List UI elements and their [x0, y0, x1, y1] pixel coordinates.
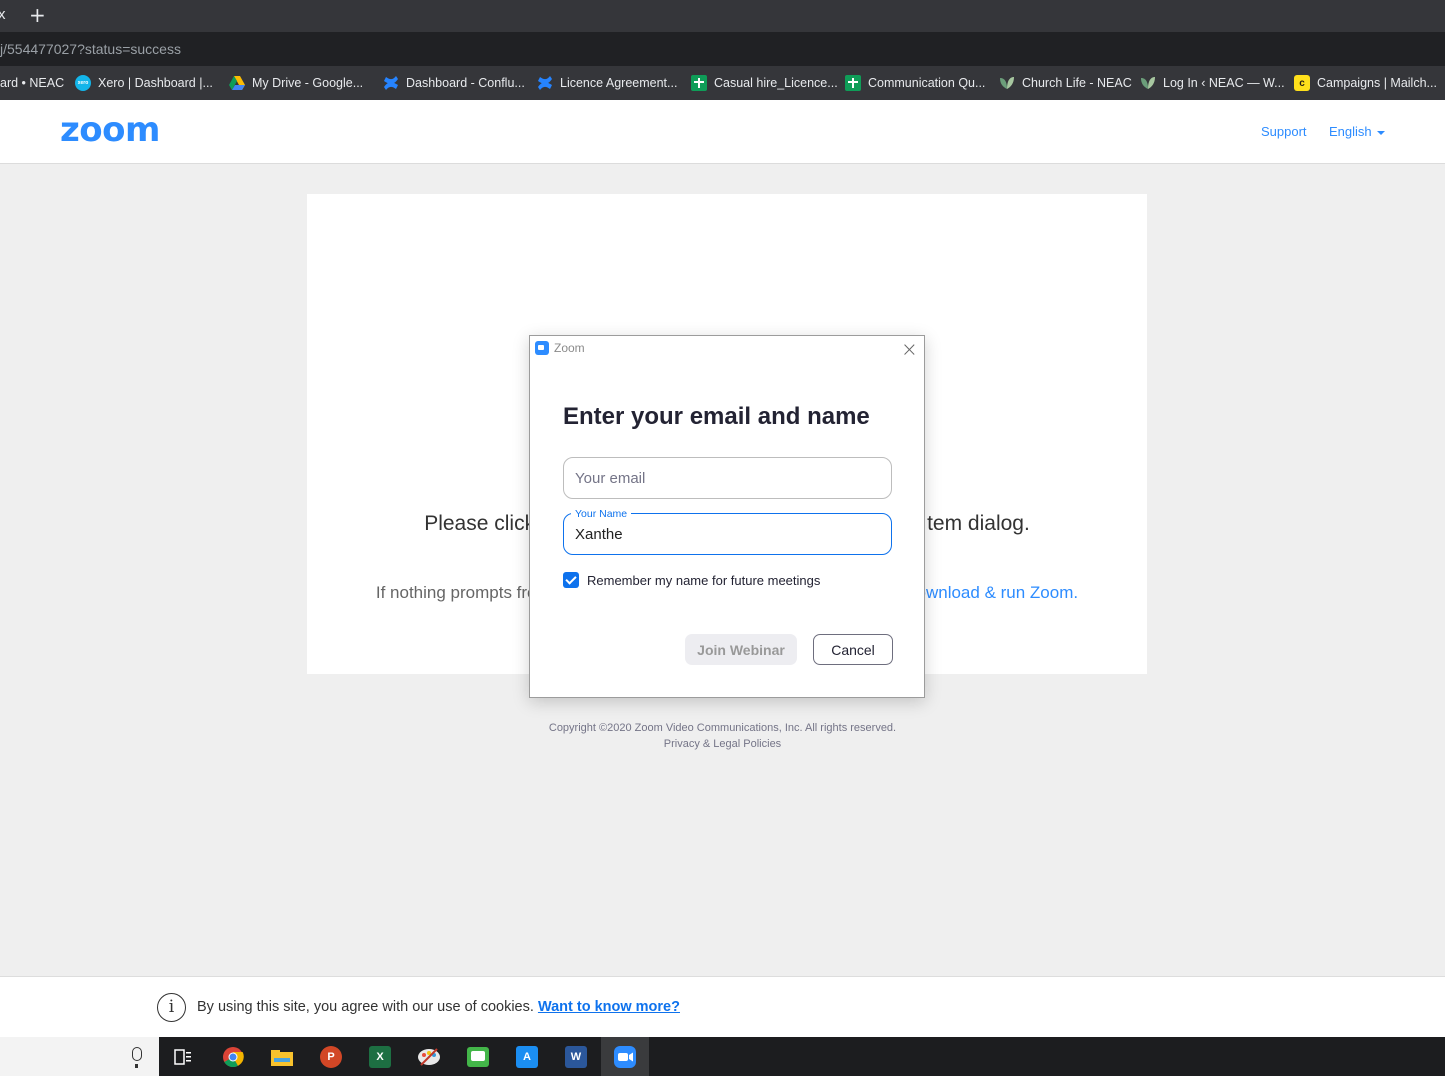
- taskbar-chrome[interactable]: [209, 1037, 257, 1076]
- cookie-message: By using this site, you agree with our u…: [197, 999, 680, 1015]
- language-label: English: [1329, 124, 1372, 139]
- remember-label: Remember my name for future meetings: [587, 572, 821, 588]
- excel-icon: X: [369, 1045, 391, 1068]
- address-bar[interactable]: j/554477027?status=success: [0, 32, 1445, 66]
- download-run-zoom-link[interactable]: ownload & run Zoom.: [917, 583, 1079, 602]
- xero-icon: xero: [75, 75, 91, 91]
- language-dropdown[interactable]: English: [1329, 124, 1385, 139]
- zoom-app-icon: [614, 1045, 636, 1068]
- confluence-icon: [537, 75, 553, 91]
- bookmark-label: Log In ‹ NEAC — W...: [1163, 76, 1285, 90]
- cancel-button[interactable]: Cancel: [813, 634, 893, 665]
- microphone-icon[interactable]: [132, 1047, 142, 1068]
- bookmark-item[interactable]: Dashboard - Conflu...: [383, 74, 525, 92]
- bookmark-item[interactable]: xero Xero | Dashboard |...: [75, 74, 213, 92]
- bookmark-item[interactable]: c Campaigns | Mailch...: [1294, 74, 1437, 92]
- bookmark-label: ard • NEAC: [0, 76, 65, 90]
- join-webinar-button[interactable]: Join Webinar: [685, 634, 797, 665]
- chrome-icon: [223, 1046, 244, 1067]
- taskbar-excel[interactable]: X: [356, 1037, 404, 1076]
- copyright-text: Copyright ©2020 Zoom Video Communication…: [548, 722, 897, 734]
- zoom-app-icon: [535, 341, 549, 355]
- task-view-icon: [174, 1048, 191, 1065]
- caret-down-icon: [1376, 130, 1385, 135]
- name-field[interactable]: Your Name Xanthe: [563, 508, 892, 555]
- info-icon: i: [157, 993, 186, 1022]
- messaging-icon: [467, 1046, 489, 1067]
- dialog-title: Zoom: [554, 341, 585, 355]
- zoom-logo[interactable]: zoom: [60, 110, 160, 150]
- email-field[interactable]: Your email: [563, 457, 892, 499]
- bookmark-item[interactable]: ard • NEAC: [0, 74, 64, 92]
- tab-close-icon[interactable]: x: [0, 6, 8, 23]
- remember-checkbox[interactable]: [563, 572, 579, 588]
- bookmark-label: Campaigns | Mailch...: [1317, 76, 1437, 90]
- instruction-right: tem dialog.: [927, 512, 1030, 535]
- taskbar: P X A W: [0, 1037, 1445, 1076]
- task-view-button[interactable]: [159, 1037, 207, 1076]
- bookmarks-bar: ard • NEAC xero Xero | Dashboard |... My …: [0, 66, 1445, 100]
- taskbar-zoom[interactable]: [601, 1037, 649, 1076]
- name-field-value: Xanthe: [575, 526, 623, 543]
- remember-name-option[interactable]: Remember my name for future meetings: [563, 572, 820, 588]
- bookmark-item[interactable]: Licence Agreement...: [537, 74, 677, 92]
- bookmark-label: Casual hire_Licence...: [714, 76, 838, 90]
- bookmark-label: Licence Agreement...: [560, 76, 678, 90]
- word-icon: W: [565, 1045, 587, 1068]
- bookmark-item[interactable]: Log In ‹ NEAC — W...: [1140, 74, 1285, 92]
- fallback-left: If nothing prompts fro: [375, 583, 537, 602]
- page-footer: Copyright ©2020 Zoom Video Communication…: [0, 720, 1445, 752]
- cookie-text: By using this site, you agree with our u…: [197, 999, 538, 1015]
- instruction-left: Please click: [424, 512, 536, 535]
- taskbar-messaging[interactable]: [454, 1037, 502, 1076]
- bookmark-label: Xero | Dashboard |...: [98, 76, 213, 90]
- want-to-know-more-link[interactable]: Want to know more?: [538, 999, 680, 1015]
- bookmark-item[interactable]: Communication Qu...: [845, 74, 985, 92]
- dialog-heading: Enter your email and name: [563, 403, 870, 430]
- taskbar-affinity[interactable]: A: [503, 1037, 551, 1076]
- name-field-label: Your Name: [571, 508, 632, 520]
- powerpoint-icon: P: [320, 1045, 342, 1068]
- mailchimp-icon: c: [1294, 75, 1310, 91]
- google-sheets-icon: [691, 75, 707, 91]
- site-header: zoom Support English: [0, 100, 1445, 164]
- url-text[interactable]: j/554477027?status=success: [0, 41, 181, 57]
- taskbar-search-area[interactable]: [0, 1037, 159, 1076]
- join-dialog: Zoom × Enter your email and name Your em…: [529, 335, 925, 698]
- privacy-legal-link[interactable]: Privacy & Legal Policies: [0, 736, 1445, 752]
- bookmark-label: Communication Qu...: [868, 76, 986, 90]
- leaf-icon: [1140, 75, 1156, 91]
- taskbar-paint[interactable]: [405, 1037, 453, 1076]
- leaf-icon: [999, 75, 1015, 91]
- google-drive-icon: [229, 75, 245, 91]
- taskbar-powerpoint[interactable]: P: [307, 1037, 355, 1076]
- new-tab-button[interactable]: +: [29, 3, 46, 27]
- support-link[interactable]: Support: [1261, 124, 1307, 139]
- paint-icon: [418, 1047, 440, 1066]
- taskbar-file-explorer[interactable]: [258, 1037, 306, 1076]
- bookmark-label: Dashboard - Conflu...: [406, 76, 525, 90]
- bookmark-item[interactable]: Casual hire_Licence...: [691, 74, 838, 92]
- confluence-icon: [383, 75, 399, 91]
- bookmark-item[interactable]: My Drive - Google...: [229, 74, 363, 92]
- close-icon[interactable]: ×: [901, 337, 918, 361]
- bookmark-item[interactable]: Church Life - NEAC: [999, 74, 1132, 92]
- bookmark-label: Church Life - NEAC: [1022, 76, 1132, 90]
- bookmark-label: My Drive - Google...: [252, 76, 364, 90]
- browser-tab-strip: x +: [0, 0, 1445, 32]
- google-sheets-icon: [845, 75, 861, 91]
- cookie-banner: i By using this site, you agree with our…: [0, 976, 1445, 1037]
- taskbar-word[interactable]: W: [552, 1037, 600, 1076]
- file-explorer-icon: [271, 1049, 293, 1066]
- affinity-icon: A: [516, 1045, 538, 1068]
- email-placeholder: Your email: [575, 470, 646, 487]
